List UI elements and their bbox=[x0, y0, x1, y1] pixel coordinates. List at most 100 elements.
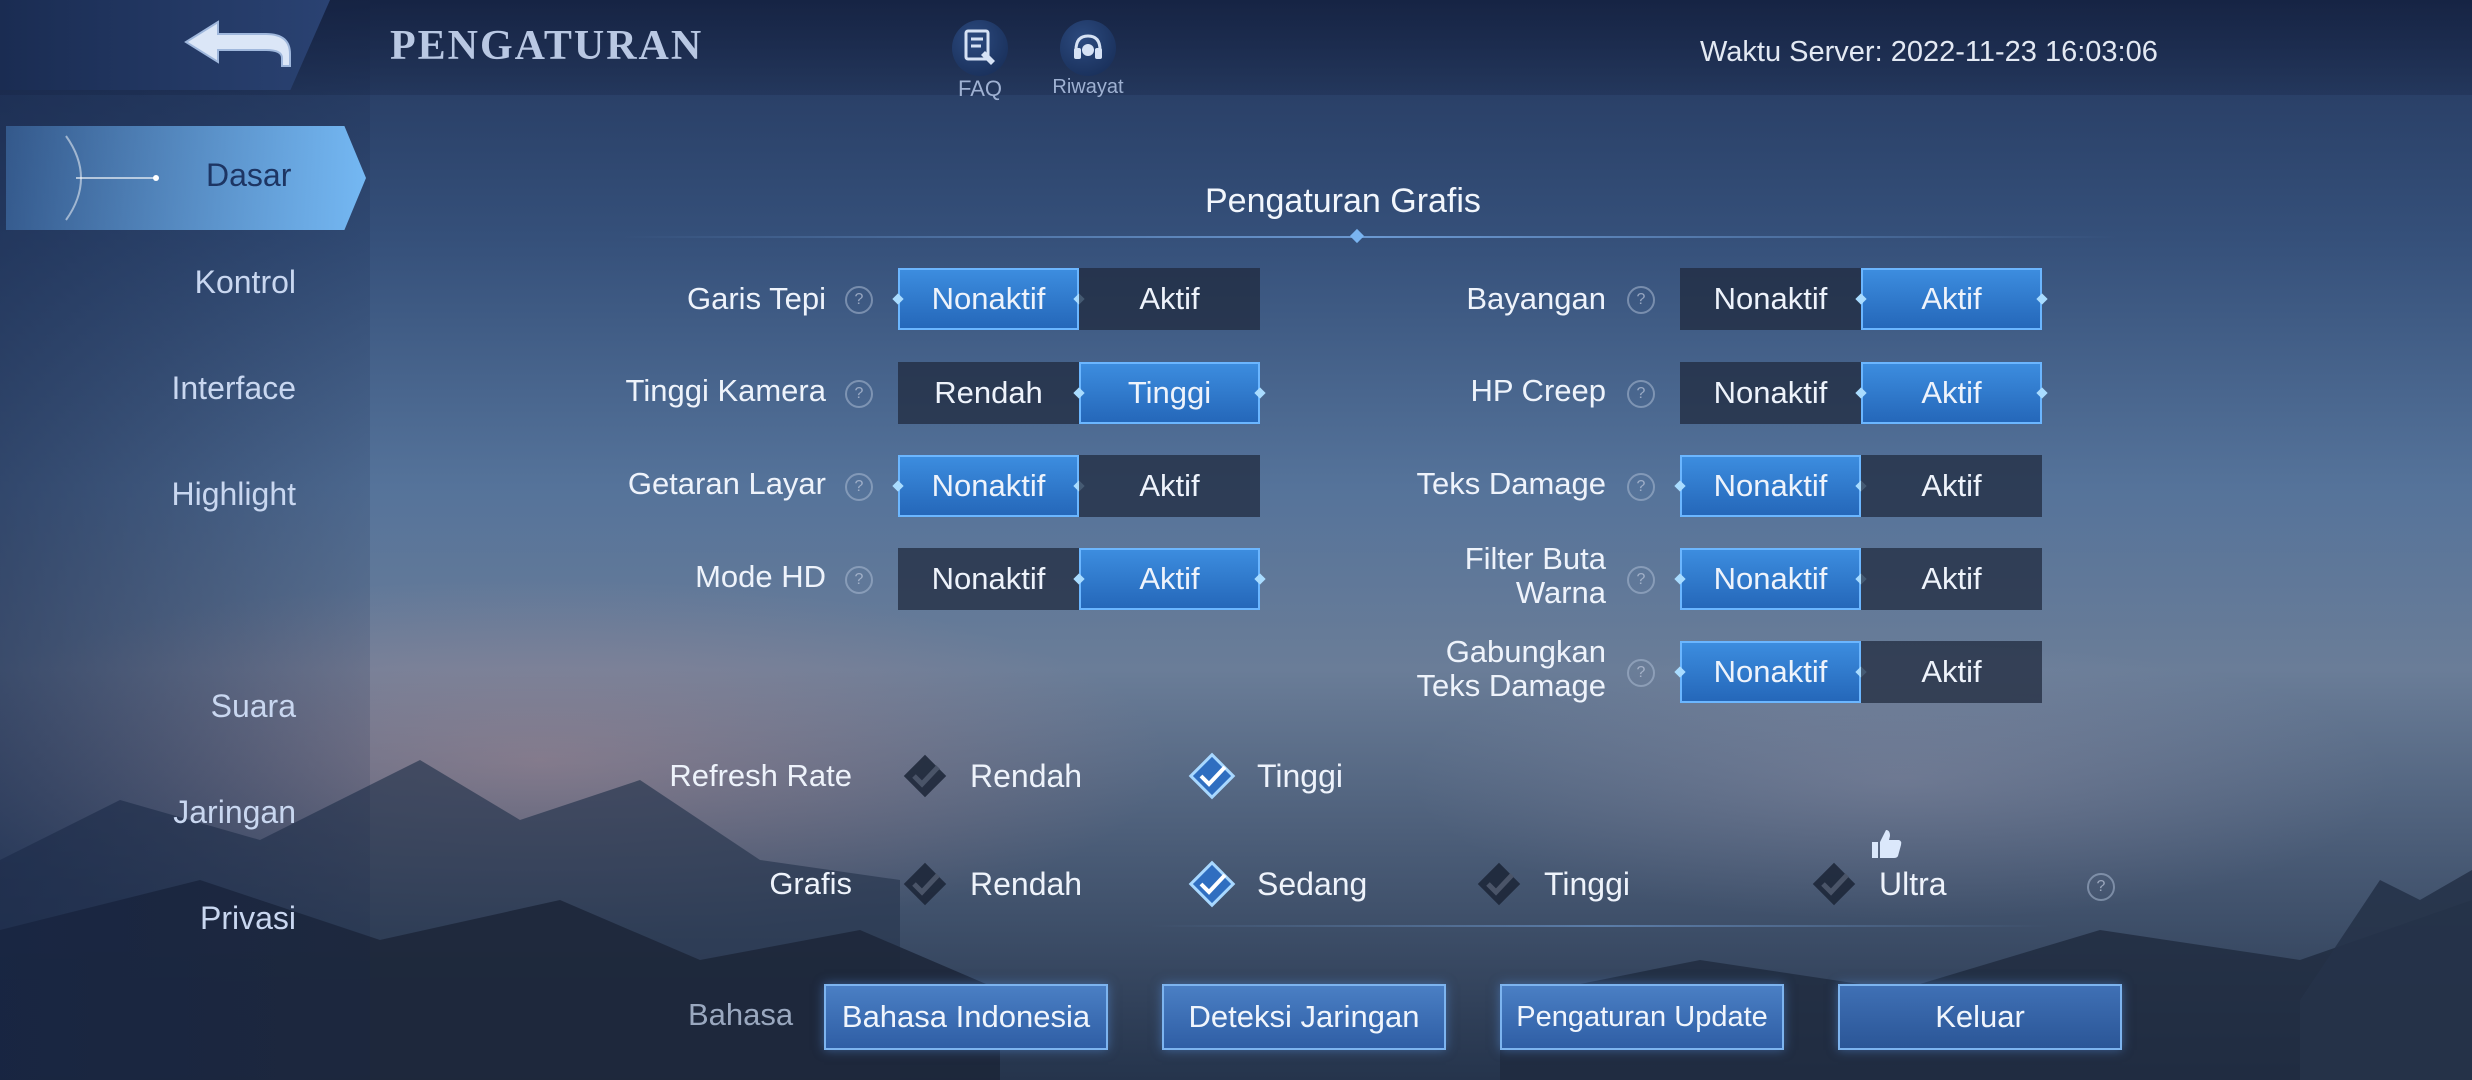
option-nonaktif[interactable]: Nonaktif bbox=[898, 268, 1079, 330]
help-icon[interactable]: ? bbox=[845, 286, 873, 314]
sidebar-item-dasar[interactable] bbox=[6, 126, 366, 230]
refresh-rate-label: Refresh Rate bbox=[669, 758, 852, 793]
update-settings-button[interactable]: Pengaturan Update bbox=[1500, 984, 1784, 1050]
label-line: Gabungkan bbox=[1445, 634, 1606, 669]
help-icon[interactable]: ? bbox=[1627, 286, 1655, 314]
sidebar-item-highlight[interactable]: Highlight bbox=[0, 476, 296, 513]
toggle-teks-damage: Nonaktif Aktif bbox=[1680, 455, 2042, 517]
language-button[interactable]: Bahasa Indonesia bbox=[824, 984, 1108, 1050]
toggle-bayangan: Nonaktif Aktif bbox=[1680, 268, 2042, 330]
divider bbox=[1150, 925, 2050, 927]
help-icon[interactable]: ? bbox=[1627, 566, 1655, 594]
toggle-garis-tepi: Nonaktif Aktif bbox=[898, 268, 1260, 330]
network-detect-button[interactable]: Deteksi Jaringan bbox=[1162, 984, 1446, 1050]
radio-refresh-rendah[interactable]: Rendah bbox=[898, 749, 1082, 803]
option-aktif[interactable]: Aktif bbox=[1861, 548, 2042, 610]
toggle-filter-buta-warna: Nonaktif Aktif bbox=[1680, 548, 2042, 610]
setting-label-gabungkan-teks-damage: Gabungkan Teks Damage bbox=[1340, 635, 1606, 703]
setting-label-hp-creep: HP Creep bbox=[1470, 373, 1606, 408]
diamond-check-icon bbox=[1188, 752, 1236, 800]
option-nonaktif[interactable]: Nonaktif bbox=[1680, 362, 1861, 424]
exit-button[interactable]: Keluar bbox=[1838, 984, 2122, 1050]
option-aktif[interactable]: Aktif bbox=[1079, 268, 1260, 330]
option-rendah[interactable]: Rendah bbox=[898, 362, 1079, 424]
radio-grafis-rendah[interactable]: Rendah bbox=[898, 857, 1082, 911]
sidebar-item-interface[interactable]: Interface bbox=[0, 370, 296, 407]
setting-label-teks-damage: Teks Damage bbox=[1416, 466, 1606, 501]
help-icon[interactable]: ? bbox=[845, 380, 873, 408]
diamond-check-icon bbox=[1477, 862, 1521, 906]
label-line: Warna bbox=[1515, 575, 1606, 610]
setting-label-garis-tepi: Garis Tepi bbox=[687, 281, 826, 316]
option-nonaktif[interactable]: Nonaktif bbox=[1680, 268, 1861, 330]
option-nonaktif[interactable]: Nonaktif bbox=[1680, 455, 1861, 517]
section-title: Pengaturan Grafis bbox=[1205, 182, 1481, 220]
help-icon[interactable]: ? bbox=[1627, 380, 1655, 408]
riwayat-button[interactable]: Riwayat bbox=[1043, 20, 1133, 99]
setting-label-tinggi-kamera: Tinggi Kamera bbox=[625, 373, 826, 408]
riwayat-label: Riwayat bbox=[1052, 76, 1124, 98]
option-aktif[interactable]: Aktif bbox=[1861, 455, 2042, 517]
back-arrow-icon bbox=[184, 20, 291, 67]
radio-refresh-tinggi[interactable]: Tinggi bbox=[1185, 749, 1343, 803]
radio-label: Ultra bbox=[1879, 865, 1947, 902]
option-nonaktif[interactable]: Nonaktif bbox=[898, 455, 1079, 517]
grafis-label: Grafis bbox=[769, 866, 852, 901]
background-scenery bbox=[0, 760, 2472, 1080]
option-aktif[interactable]: Aktif bbox=[1861, 641, 2042, 703]
option-aktif[interactable]: Aktif bbox=[1079, 548, 1260, 610]
toggle-gabungkan-teks-damage: Nonaktif Aktif bbox=[1680, 641, 2042, 703]
faq-icon bbox=[952, 20, 1008, 76]
setting-label-mode-hd: Mode HD bbox=[695, 559, 826, 594]
sidebar-item-suara[interactable]: Suara bbox=[0, 688, 296, 725]
help-icon[interactable]: ? bbox=[1627, 473, 1655, 501]
setting-label-getaran-layar: Getaran Layar bbox=[627, 466, 826, 501]
sidebar-item-privasi[interactable]: Privasi bbox=[0, 900, 296, 937]
radio-label: Sedang bbox=[1257, 865, 1368, 902]
help-icon[interactable]: ? bbox=[2087, 873, 2115, 901]
radio-label: Tinggi bbox=[1257, 757, 1343, 794]
label-line: Teks Damage bbox=[1416, 668, 1606, 703]
radio-label: Tinggi bbox=[1544, 865, 1630, 902]
help-icon[interactable]: ? bbox=[1627, 659, 1655, 687]
label-line: Filter Buta bbox=[1464, 541, 1606, 576]
option-aktif[interactable]: Aktif bbox=[1861, 362, 2042, 424]
radio-grafis-sedang[interactable]: Sedang bbox=[1185, 857, 1367, 911]
diamond-check-icon bbox=[903, 754, 947, 798]
setting-label-bayangan: Bayangan bbox=[1466, 281, 1606, 316]
option-tinggi[interactable]: Tinggi bbox=[1079, 362, 1260, 424]
thumbs-up-icon bbox=[1872, 830, 1902, 858]
radio-label: Rendah bbox=[970, 757, 1083, 794]
headset-icon bbox=[1060, 20, 1116, 76]
radio-grafis-ultra[interactable]: Ultra bbox=[1807, 857, 1947, 911]
option-nonaktif[interactable]: Nonaktif bbox=[1680, 641, 1861, 703]
sidebar-item-jaringan[interactable]: Jaringan bbox=[0, 794, 296, 831]
diamond-check-icon bbox=[1188, 860, 1236, 908]
radio-grafis-tinggi[interactable]: Tinggi bbox=[1472, 857, 1630, 911]
active-tab-ornament-icon bbox=[65, 135, 159, 221]
section-divider bbox=[620, 236, 2120, 238]
page-title: PENGATURAN bbox=[390, 23, 704, 69]
option-aktif[interactable]: Aktif bbox=[1079, 455, 1260, 517]
diamond-check-icon bbox=[903, 862, 947, 906]
bahasa-label: Bahasa bbox=[688, 997, 794, 1032]
diamond-check-icon bbox=[1812, 862, 1856, 906]
setting-label-filter-buta-warna: Filter Buta Warna bbox=[1340, 542, 1606, 610]
help-icon[interactable]: ? bbox=[845, 566, 873, 594]
toggle-mode-hd: Nonaktif Aktif bbox=[898, 548, 1260, 610]
help-icon[interactable]: ? bbox=[845, 473, 873, 501]
back-button[interactable] bbox=[0, 0, 330, 90]
faq-button[interactable]: FAQ bbox=[935, 20, 1025, 102]
section-divider-ornament bbox=[1349, 228, 1365, 244]
toggle-getaran-layar: Nonaktif Aktif bbox=[898, 455, 1260, 517]
toggle-tinggi-kamera: Rendah Tinggi bbox=[898, 362, 1260, 424]
option-nonaktif[interactable]: Nonaktif bbox=[1680, 548, 1861, 610]
sidebar-item-label: Dasar bbox=[206, 157, 292, 193]
toggle-hp-creep: Nonaktif Aktif bbox=[1680, 362, 2042, 424]
radio-label: Rendah bbox=[970, 865, 1083, 902]
option-aktif[interactable]: Aktif bbox=[1861, 268, 2042, 330]
faq-label: FAQ bbox=[957, 76, 1002, 101]
option-nonaktif[interactable]: Nonaktif bbox=[898, 548, 1079, 610]
sidebar-item-kontrol[interactable]: Kontrol bbox=[0, 264, 296, 301]
server-time: Waktu Server: 2022-11-23 16:03:06 bbox=[1700, 36, 2158, 68]
